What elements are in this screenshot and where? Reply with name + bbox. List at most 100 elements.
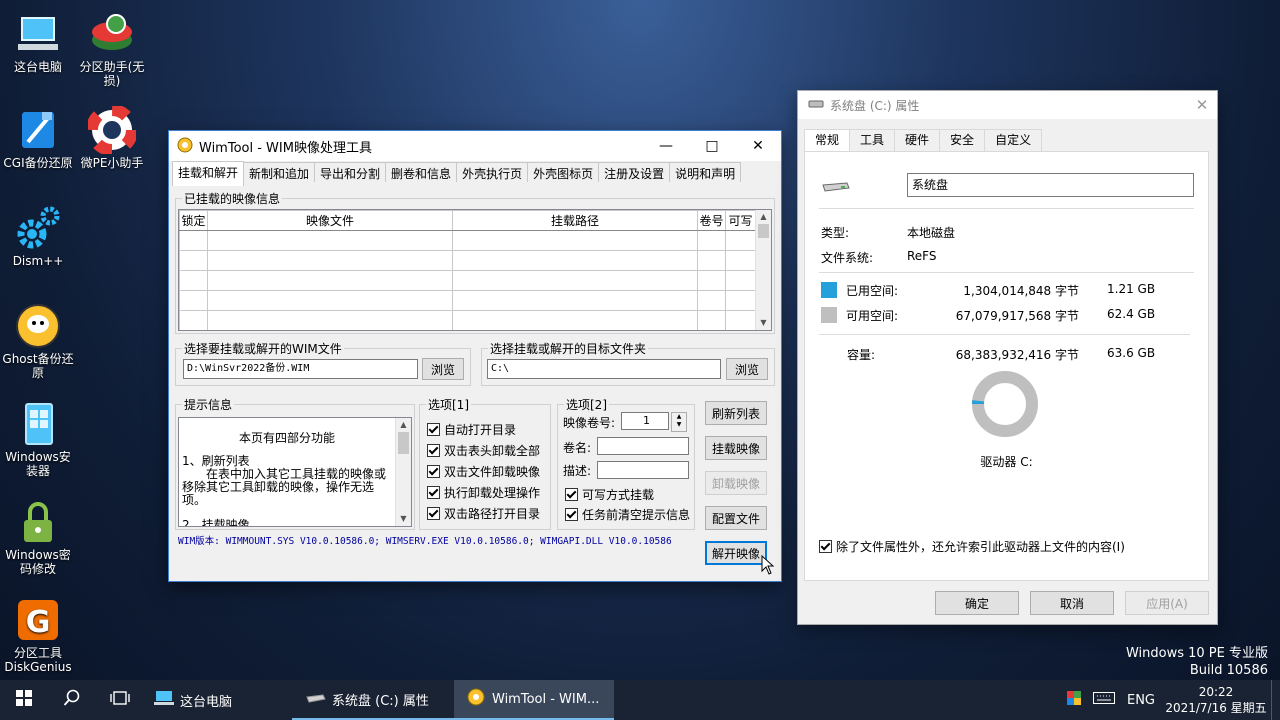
config-file-button[interactable]: 配置文件 xyxy=(705,506,767,530)
tab-export-split[interactable]: 导出和分割 xyxy=(314,162,387,182)
clock[interactable]: 20:22 2021/7/16 星期五 xyxy=(1161,684,1271,716)
checkbox-box xyxy=(565,488,578,501)
desktop-icon-windows-password[interactable]: Windows密码修改 xyxy=(0,498,76,576)
drive-name-input[interactable]: 系统盘 xyxy=(907,173,1194,197)
tab-tools[interactable]: 工具 xyxy=(849,129,896,151)
column-header-lock[interactable]: 锁定 xyxy=(179,210,208,231)
desktop-icon-diskgenius[interactable]: G 分区工具DiskGenius xyxy=(0,596,76,674)
table-row[interactable] xyxy=(179,310,756,330)
taskbar-item-wimtool[interactable]: WimTool - WIM... xyxy=(454,680,614,720)
table-scrollbar[interactable]: ▲ ▼ xyxy=(755,210,771,330)
extract-image-button[interactable]: 解开映像 xyxy=(705,541,767,565)
wimtool-titlebar[interactable]: WimTool - WIM映像处理工具 — □ ✕ xyxy=(169,131,781,161)
table-row[interactable] xyxy=(179,270,756,291)
desktop-icon-cgi-backup[interactable]: CGI备份还原 xyxy=(0,106,76,170)
table-row[interactable] xyxy=(179,250,756,271)
tab-general[interactable]: 常规 xyxy=(804,129,851,151)
keyboard-icon xyxy=(1093,692,1115,708)
desktop-icon-dism[interactable]: Dism++ xyxy=(0,204,76,268)
desktop-icon-wepe-helper[interactable]: 微PE小助手 xyxy=(74,104,150,170)
tab-shell-exec[interactable]: 外壳执行页 xyxy=(456,162,529,182)
checkbox-run-unmount-process[interactable]: 执行卸载处理操作 xyxy=(427,484,540,501)
table-row[interactable] xyxy=(179,290,756,311)
scroll-down-icon[interactable]: ▼ xyxy=(756,316,771,330)
desktop-icon-ghost[interactable]: Ghost备份还原 xyxy=(0,302,76,380)
checkbox-allow-indexing[interactable]: 除了文件属性外，还允许索引此驱动器上文件的内容(I) xyxy=(819,538,1125,555)
hint-scrollbar[interactable]: ▲ ▼ xyxy=(395,418,411,526)
column-header-image-file[interactable]: 映像文件 xyxy=(207,210,453,231)
tab-mount-extract[interactable]: 挂载和解开 xyxy=(172,161,245,186)
version-info: WIM版本: WIMMOUNT.SYS V10.0.10586.0; WIMSE… xyxy=(178,536,672,547)
search-button[interactable] xyxy=(48,680,96,720)
task-view-button[interactable] xyxy=(96,680,144,720)
description-input[interactable] xyxy=(597,461,689,479)
hint-textbox[interactable]: 本页有四部分功能 1、刷新列表 在表中加入其它工具挂载的映像或移除其它工具卸载的… xyxy=(178,417,412,527)
volume-name-label: 卷名: xyxy=(563,441,592,455)
close-button[interactable]: ✕ xyxy=(735,131,781,161)
tab-create-append[interactable]: 新制和追加 xyxy=(243,162,316,182)
tab-customize[interactable]: 自定义 xyxy=(984,129,1043,151)
refresh-list-button[interactable]: 刷新列表 xyxy=(705,401,767,425)
desktop-icon-label: CGI备份还原 xyxy=(3,156,73,170)
minimize-button[interactable]: — xyxy=(643,131,689,161)
wim-file-input[interactable]: D:\WinSvr2022备份.WIM xyxy=(183,359,418,379)
properties-titlebar[interactable]: 系统盘 (C:) 属性 ✕ xyxy=(798,91,1217,119)
checkbox-dblclick-header-unmount-all[interactable]: 双击表头卸载全部 xyxy=(427,442,540,459)
column-header-writable[interactable]: 可写 xyxy=(725,210,756,231)
desktop-icon-this-pc[interactable]: 这台电脑 xyxy=(0,10,76,74)
tab-help-statement[interactable]: 说明和声明 xyxy=(669,162,742,182)
checkbox-dblclick-path-open-dir[interactable]: 双击路径打开目录 xyxy=(427,505,540,522)
spin-up-icon[interactable]: ▲ xyxy=(672,413,686,421)
desktop-icon-windows-installer[interactable]: Windows安装器 xyxy=(0,400,76,478)
close-icon: ✕ xyxy=(752,138,764,154)
apply-button[interactable]: 应用(A) xyxy=(1125,591,1209,615)
tab-delete-info[interactable]: 删卷和信息 xyxy=(385,162,458,182)
properties-close-button[interactable]: ✕ xyxy=(1187,96,1217,114)
taskbar-item-this-pc[interactable]: 这台电脑 xyxy=(144,680,292,720)
ok-button[interactable]: 确定 xyxy=(935,591,1019,615)
show-desktop-button[interactable] xyxy=(1271,680,1280,720)
table-row[interactable] xyxy=(179,230,756,251)
checkbox-dblclick-file-unmount[interactable]: 双击文件卸载映像 xyxy=(427,463,540,480)
separator xyxy=(819,334,1190,335)
taskbar-item-drive-properties[interactable]: 系统盘 (C:) 属性 xyxy=(292,680,454,720)
tab-hardware[interactable]: 硬件 xyxy=(894,129,941,151)
mount-image-button[interactable]: 挂载映像 xyxy=(705,436,767,460)
checkbox-auto-open-dir[interactable]: 自动打开目录 xyxy=(427,421,516,438)
wim-file-browse-button[interactable]: 浏览 xyxy=(422,358,464,380)
mounted-images-title: 已挂载的映像信息 xyxy=(182,190,283,207)
input-language[interactable]: ENG xyxy=(1121,680,1161,720)
checkbox-clear-hints-before-task[interactable]: 任务前清空提示信息 xyxy=(565,506,690,523)
scroll-up-icon[interactable]: ▲ xyxy=(396,418,411,432)
cancel-button[interactable]: 取消 xyxy=(1030,591,1114,615)
spin-down-icon[interactable]: ▼ xyxy=(672,421,686,429)
unmount-image-button[interactable]: 卸载映像 xyxy=(705,471,767,495)
column-header-mount-path[interactable]: 挂载路径 xyxy=(452,210,698,231)
scroll-down-icon[interactable]: ▼ xyxy=(396,512,411,526)
scroll-thumb[interactable] xyxy=(398,432,409,454)
scroll-up-icon[interactable]: ▲ xyxy=(756,210,771,224)
target-folder-input[interactable]: C:\ xyxy=(487,359,721,379)
column-header-volume[interactable]: 卷号 xyxy=(697,210,726,231)
desktop-icon-partition-assistant[interactable]: 分区助手(无损) xyxy=(74,10,150,88)
drive-properties-window[interactable]: 系统盘 (C:) 属性 ✕ 常规 工具 硬件 安全 自定义 系统盘 类型: 本地… xyxy=(797,90,1218,625)
target-folder-browse-button[interactable]: 浏览 xyxy=(726,358,768,380)
wimtool-window[interactable]: WimTool - WIM映像处理工具 — □ ✕ 挂载和解开 新制和追加 导出… xyxy=(168,130,782,582)
tab-security[interactable]: 安全 xyxy=(939,129,986,151)
scroll-thumb[interactable] xyxy=(758,224,769,238)
tray-keyboard[interactable] xyxy=(1087,680,1121,720)
checkbox-writable-mount[interactable]: 可写方式挂载 xyxy=(565,486,654,503)
maximize-button[interactable]: □ xyxy=(689,131,735,161)
volume-number-input[interactable]: 1 xyxy=(621,412,669,430)
computer-icon xyxy=(14,10,62,58)
mounted-images-table[interactable]: 锁定 映像文件 挂载路径 卷号 可写 ▲ ▼ xyxy=(178,209,772,331)
tray-color-icon[interactable] xyxy=(1061,680,1087,720)
volume-name-input[interactable] xyxy=(597,437,689,455)
volume-spinner[interactable]: ▲ ▼ xyxy=(671,412,687,432)
used-space-size: 1.21 GB xyxy=(1107,282,1156,296)
tab-register-settings[interactable]: 注册及设置 xyxy=(598,162,671,182)
clock-time: 20:22 xyxy=(1198,685,1234,699)
drive-small-icon xyxy=(306,692,326,707)
tab-shell-icon[interactable]: 外壳图标页 xyxy=(527,162,600,182)
start-button[interactable] xyxy=(0,680,48,720)
